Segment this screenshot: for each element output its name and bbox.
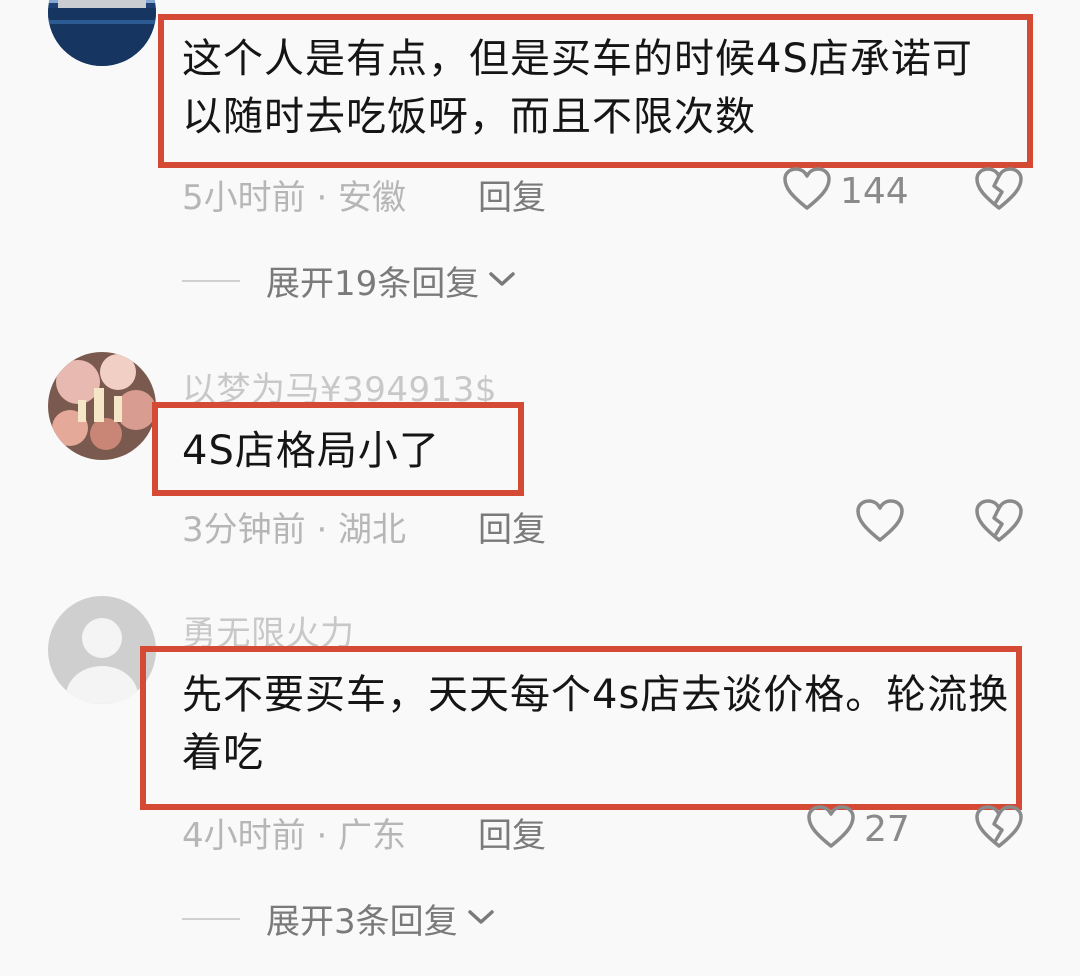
comment-meta: 3分钟前 · 湖北 [182,510,407,550]
dislike-button[interactable] [974,166,1024,216]
comment-text: 先不要买车，天天每个4s店去谈价格。轮流换着吃 [182,672,1010,776]
broken-heart-icon [974,499,1024,548]
reply-button[interactable]: 回复 [478,170,546,219]
like-count: 144 [840,170,909,212]
heart-outline-icon [782,166,832,216]
like-button[interactable]: 27 [806,804,910,854]
reply-button[interactable]: 回复 [478,502,546,551]
comment-text: 这个人是有点，但是买车的时候4S店承诺可以随时去吃饭呀，而且不限次数 [182,36,973,140]
chevron-down-icon [487,269,517,293]
expand-replies-button[interactable]: 展开3条回复 [182,894,496,943]
like-button[interactable]: 144 [782,166,909,216]
dislike-button[interactable] [974,804,1024,854]
reply-button[interactable]: 回复 [478,808,546,857]
like-button[interactable] [855,498,913,548]
broken-heart-icon [974,167,1024,216]
broken-heart-icon [974,805,1024,854]
expand-replies-label: 展开19条回复 [266,264,480,304]
heart-outline-icon [855,498,905,548]
comment-text: 4S店格局小了 [182,428,440,474]
expand-replies-button[interactable]: 展开19条回复 [182,256,517,305]
avatar[interactable] [48,352,156,460]
dislike-button[interactable] [974,498,1024,548]
like-count: 27 [864,808,910,850]
expand-replies-label: 展开3条回复 [266,902,458,942]
divider-line [182,917,240,920]
comment-meta: 5小时前 · 安徽 [182,178,407,218]
comment-meta: 4小时前 · 广东 [182,816,407,856]
comment-list: 这个人是有点，但是买车的时候4S店承诺可以随时去吃饭呀，而且不限次数 5小时前 … [0,0,1080,976]
heart-outline-icon [806,804,856,854]
divider-line [182,279,240,282]
avatar[interactable] [48,0,156,66]
chevron-down-icon [466,907,496,931]
